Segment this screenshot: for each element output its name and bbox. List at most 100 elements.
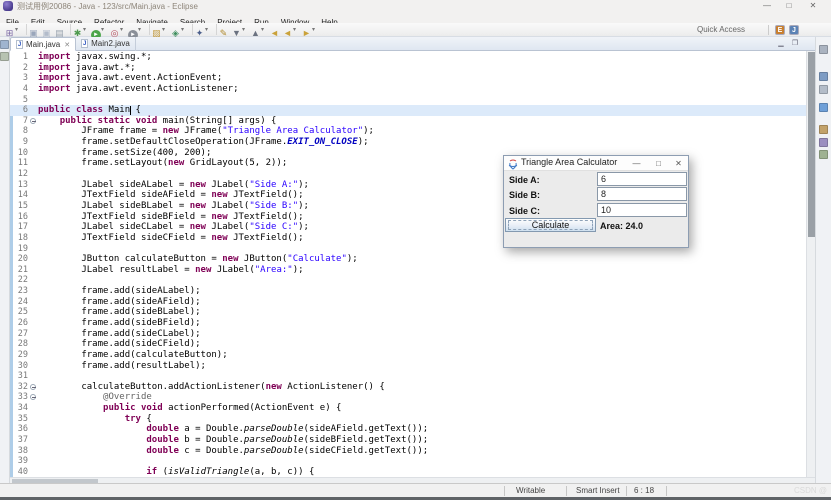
toolbar-new-java-project-button[interactable]: ▨▾ [150, 23, 169, 37]
code-line[interactable]: 34 public void actionPerformed(ActionEve… [10, 403, 815, 414]
code-line[interactable]: 28 frame.add(sideCField); [10, 339, 815, 350]
toolbar-run-button[interactable]: ►▾ [90, 23, 108, 37]
dialog-text-field[interactable]: 10 [597, 203, 687, 217]
toolbar-external-tools-button[interactable]: ►▾ [127, 23, 145, 37]
restore-problems-view-icon[interactable] [819, 85, 828, 94]
dialog-window[interactable]: Triangle Area Calculator — □ ✕ Calculate… [503, 155, 689, 248]
code-line[interactable]: 23 frame.add(sideALabel); [10, 286, 815, 297]
dialog-field-label: Side C: [509, 206, 540, 216]
code-line[interactable]: 26 frame.add(sideBField); [10, 318, 815, 329]
dropdown-arrow-icon: ▾ [15, 23, 21, 37]
java-perspective-icon[interactable]: J [789, 25, 799, 35]
maximize-window-button[interactable]: □ [781, 0, 797, 11]
fold-marker-icon[interactable] [30, 118, 36, 124]
code-text: public void actionPerformed(ActionEvent … [38, 403, 341, 414]
code-line[interactable]: 40 if (isValidTriangle(a, b, c)) { [10, 467, 815, 477]
dialog-text-field[interactable]: 6 [597, 172, 687, 186]
insert-mode-status: Smart Insert [576, 484, 620, 497]
code-line[interactable]: 4import java.awt.event.ActionListener; [10, 84, 815, 95]
close-tab-icon[interactable]: ✕ [64, 42, 70, 49]
code-line[interactable]: 10 frame.setSize(400, 200); [10, 148, 815, 159]
toolbar-new-wizard-button[interactable]: ⊞▾ [3, 23, 22, 37]
code-line[interactable]: 2import java.awt.*; [10, 63, 815, 74]
code-line[interactable]: 39 [10, 456, 815, 467]
code-line[interactable]: 17 JLabel sideCLabel = new JLabel("Side … [10, 222, 815, 233]
toolbar-save-all-button[interactable]: ▣ [40, 23, 53, 37]
code-line[interactable]: 11 frame.setLayout(new GridLayout(5, 2))… [10, 158, 815, 169]
code-line[interactable]: 19 [10, 244, 815, 255]
code-line[interactable]: 33 @Override [10, 392, 815, 403]
dropdown-arrow-icon: ▾ [162, 23, 168, 37]
code-line[interactable]: 20 JButton calculateButton = new JButton… [10, 254, 815, 265]
dialog-minimize-button[interactable]: — [629, 157, 644, 170]
code-line[interactable]: 3import java.awt.event.ActionEvent; [10, 73, 815, 84]
code-line[interactable]: 36 double a = Double.parseDouble(sideAFi… [10, 424, 815, 435]
maximize-editor-button[interactable]: ❐ [789, 39, 801, 49]
code-line[interactable]: 13 JLabel sideALabel = new JLabel("Side … [10, 180, 815, 191]
restore-javadoc-view-icon[interactable] [819, 125, 828, 134]
restore-console-view-icon[interactable] [819, 150, 828, 159]
vertical-scrollbar[interactable] [806, 51, 815, 477]
toolbar-back-button[interactable]: ◄▾ [281, 23, 300, 37]
quick-access-box[interactable]: Quick Access [697, 23, 745, 37]
code-line[interactable]: 18 JTextField sideCField = new JTextFiel… [10, 233, 815, 244]
toolbar-debug-button[interactable]: ✱▾ [71, 23, 90, 37]
toolbar-print-button[interactable]: ▤ [53, 23, 66, 37]
code-line[interactable]: 14 JTextField sideAField = new JTextFiel… [10, 190, 815, 201]
code-line[interactable]: 21 JLabel resultLabel = new JLabel("Area… [10, 265, 815, 276]
tab-mainjava[interactable]: JMain.java✕ [10, 37, 76, 51]
code-line[interactable]: 5 [10, 95, 815, 106]
toolbar-save-button[interactable]: ▣ [27, 23, 40, 37]
status-separator [626, 486, 627, 496]
code-line[interactable]: 25 frame.add(sideBLabel); [10, 307, 815, 318]
code-line[interactable]: 31 [10, 371, 815, 382]
minimize-editor-button[interactable]: ▁ [775, 39, 787, 49]
dialog-maximize-button[interactable]: □ [651, 157, 666, 170]
code-line[interactable]: 38 double c = Double.parseDouble(sideCFi… [10, 446, 815, 457]
code-line[interactable]: 8 JFrame frame = new JFrame("Triangle Ar… [10, 126, 815, 137]
toolbar-prev-annotation-button[interactable]: ▲▾ [249, 23, 268, 37]
code-text: JLabel sideALabel = new JLabel("Side A:"… [38, 180, 309, 191]
code-line[interactable]: 12 [10, 169, 815, 180]
code-line[interactable]: 37 double b = Double.parseDouble(sideBFi… [10, 435, 815, 446]
code-line[interactable]: 15 JLabel sideBLabel = new JLabel("Side … [10, 201, 815, 212]
toolbar-search-button[interactable]: ✦▾ [193, 23, 212, 37]
code-line[interactable]: 29 frame.add(calculateButton); [10, 350, 815, 361]
restore-outline-view-icon[interactable] [819, 72, 828, 81]
code-line[interactable]: 27 frame.add(sideCLabel); [10, 329, 815, 340]
dropdown-arrow-icon: ▾ [83, 23, 89, 37]
vertical-scrollbar-thumb[interactable] [808, 52, 815, 237]
toolbar-mark-occurrences-button[interactable]: ✎ [217, 23, 230, 37]
java-ee-perspective-icon[interactable]: E [775, 25, 785, 35]
toolbar-last-edit-location-button[interactable]: ◄ [268, 23, 281, 37]
code-line[interactable]: 16 JTextField sideBField = new JTextFiel… [10, 212, 815, 223]
toolbar-coverage-button[interactable]: ◎▾ [108, 23, 127, 37]
code-line[interactable]: 30 frame.add(resultLabel); [10, 361, 815, 372]
code-line[interactable]: 32 calculateButton.addActionListener(new… [10, 382, 815, 393]
dialog-close-button[interactable]: ✕ [671, 157, 686, 170]
toolbar-forward-button[interactable]: ►▾ [300, 23, 319, 37]
code-line[interactable]: 1import javax.swing.*; [10, 52, 815, 63]
code-line[interactable]: 35 try { [10, 414, 815, 425]
code-line[interactable]: 22 [10, 275, 815, 286]
restore-hierarchy-view-icon[interactable] [0, 52, 9, 61]
restore-declaration-view-icon[interactable] [819, 138, 828, 147]
search-marker-icon[interactable] [819, 103, 828, 112]
line-number: 7 [12, 116, 28, 127]
calculate-button[interactable]: Calculate [505, 218, 596, 232]
restore-package-explorer-view-icon[interactable] [0, 40, 9, 49]
fold-marker-icon[interactable] [30, 384, 36, 390]
tab-main2java[interactable]: JMain2.java [76, 37, 136, 51]
close-window-button[interactable]: ✕ [805, 0, 821, 11]
toolbar-next-annotation-button[interactable]: ▼▾ [230, 23, 249, 37]
minimize-window-button[interactable]: — [759, 0, 775, 11]
dropdown-arrow-icon: ▾ [205, 23, 211, 37]
fold-marker-icon[interactable] [30, 394, 36, 400]
editor-area[interactable]: 1import javax.swing.*;2import java.awt.*… [10, 51, 815, 477]
dialog-text-field[interactable]: 8 [597, 187, 687, 201]
restore-task-list-view-icon[interactable] [819, 45, 828, 54]
code-line[interactable]: 9 frame.setDefaultCloseOperation(JFrame.… [10, 137, 815, 148]
toolbar-new-class-button[interactable]: ◈▾ [169, 23, 188, 37]
code-line[interactable]: 24 frame.add(sideAField); [10, 297, 815, 308]
code-line[interactable]: 7 public static void main(String[] args)… [10, 116, 815, 127]
